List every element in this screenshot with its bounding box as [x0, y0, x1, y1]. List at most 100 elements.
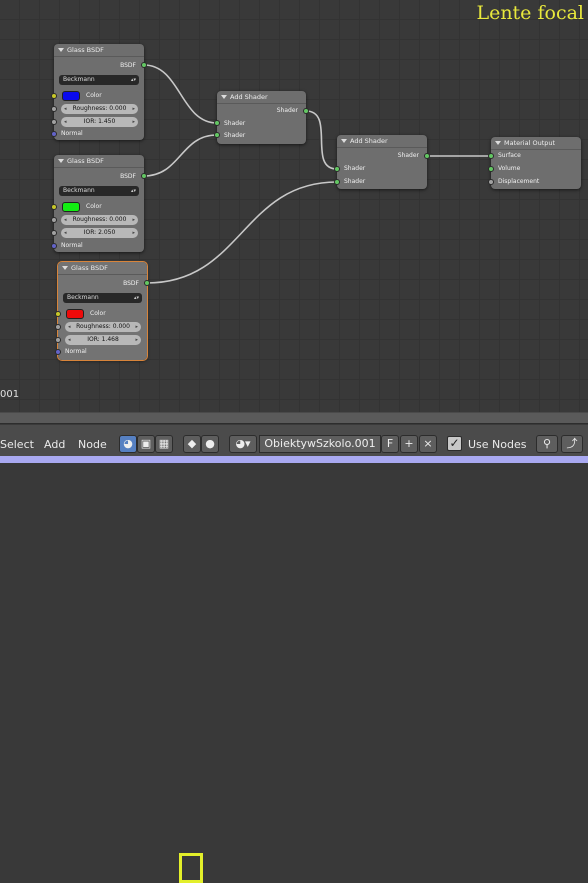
socket-add2-in-b[interactable] — [334, 179, 340, 185]
dropdown-value: Beckmann — [67, 294, 99, 301]
socket-color-in-2[interactable] — [51, 204, 57, 210]
node-title: Glass BSDF — [71, 264, 108, 272]
collapse-icon[interactable] — [58, 48, 64, 52]
socket-volume-in[interactable] — [488, 166, 494, 172]
glass-bsdf-node-3[interactable]: Glass BSDF BSDF Beckmann ▴▾ Color ◂ Roughn… — [57, 261, 148, 361]
add-material-button[interactable]: + — [400, 435, 418, 453]
output-label: BSDF — [120, 173, 136, 180]
link-bsdf3-add2[interactable] — [146, 181, 338, 284]
collapse-icon[interactable] — [221, 95, 227, 99]
socket-roughness-in-1[interactable] — [51, 106, 57, 112]
color-swatch[interactable] — [62, 91, 80, 101]
link-add1-add2[interactable] — [305, 110, 338, 170]
use-nodes-checkbox[interactable]: ✓ — [447, 436, 462, 451]
socket-add2-in-a[interactable] — [334, 166, 340, 172]
socket-bsdf-out-1[interactable] — [141, 62, 147, 68]
roughness-field[interactable]: ◂ Roughness: 0.000 ▸ — [61, 104, 138, 114]
collapse-icon[interactable] — [495, 141, 501, 145]
material-browse-icon[interactable]: ◕▾ — [229, 435, 257, 453]
texture-nodes-icon[interactable]: ▦ — [155, 435, 173, 453]
socket-ior-in-2[interactable] — [51, 230, 57, 236]
glass-bsdf-node-2[interactable]: Glass BSDF BSDF Beckmann ▴▾ Color ◂ Roughn… — [54, 155, 144, 252]
socket-color-in-1[interactable] — [51, 93, 57, 99]
collapse-icon[interactable] — [341, 139, 347, 143]
socket-normal-in-2[interactable] — [51, 243, 57, 249]
output-label: Shader — [397, 152, 419, 159]
socket-roughness-in-3[interactable] — [55, 324, 61, 330]
ior-field[interactable]: ◂ IOR: 2.050 ▸ — [61, 228, 138, 238]
socket-displacement-in[interactable] — [488, 179, 494, 185]
socket-surface-in[interactable] — [488, 153, 494, 159]
socket-ior-in-1[interactable] — [51, 119, 57, 125]
roughness-field[interactable]: ◂ Roughness: 0.000 ▸ — [61, 215, 138, 225]
add-shader-node-2[interactable]: Add Shader Shader Shader Shader — [337, 135, 427, 189]
socket-roughness-in-2[interactable] — [51, 217, 57, 223]
add-shader-node-1[interactable]: Add Shader Shader Shader Shader — [217, 91, 306, 144]
decrement-icon[interactable]: ◂ — [64, 104, 67, 114]
dropdown-arrows-icon: ▴▾ — [130, 188, 136, 194]
collapse-icon[interactable] — [58, 159, 64, 163]
roughness-field[interactable]: ◂ Roughness: 0.000 ▸ — [65, 322, 141, 332]
link-bsdf1-add1[interactable] — [143, 64, 218, 124]
decrement-icon[interactable]: ◂ — [64, 228, 67, 238]
area-separator[interactable] — [0, 412, 588, 424]
parent-node-tree-icon[interactable]: ⤴ — [561, 435, 583, 453]
socket-normal-in-1[interactable] — [51, 131, 57, 137]
input-label: Shader — [344, 165, 366, 172]
increment-icon[interactable]: ▸ — [132, 215, 135, 225]
node-title: Glass BSDF — [67, 46, 104, 54]
glass-bsdf-node-1[interactable]: Glass BSDF BSDF Beckmann ▴▾ Color ◂ Roughn… — [54, 44, 144, 140]
material-name-field[interactable]: ObiektywSzkolo.001 — [259, 435, 381, 453]
ior-field[interactable]: ◂ IOR: 1.468 ▸ — [65, 335, 141, 345]
world-shader-icon[interactable]: ● — [201, 435, 219, 453]
normal-label: Normal — [65, 348, 87, 355]
socket-bsdf-out-3[interactable] — [144, 280, 150, 286]
object-shader-icon[interactable]: ◆ — [183, 435, 201, 453]
color-swatch[interactable] — [66, 309, 84, 319]
frame-number: 001 — [0, 389, 20, 400]
menu-add[interactable]: Add — [44, 438, 65, 451]
node-editor-canvas[interactable]: Lente focal 001 Glass BSDF BSDF Beckmann… — [0, 0, 588, 412]
dropdown-arrows-icon: ▴▾ — [130, 77, 136, 83]
compositing-nodes-icon[interactable]: ▣ — [137, 435, 155, 453]
menu-node[interactable]: Node — [78, 438, 107, 451]
color-swatch[interactable] — [62, 202, 80, 212]
output-label: Shader — [276, 107, 298, 114]
socket-bsdf-out-2[interactable] — [141, 173, 147, 179]
distribution-dropdown[interactable]: Beckmann ▴▾ — [59, 75, 139, 85]
increment-icon[interactable]: ▸ — [132, 117, 135, 127]
socket-add1-out[interactable] — [303, 108, 309, 114]
decrement-icon[interactable]: ◂ — [64, 117, 67, 127]
socket-ior-in-3[interactable] — [55, 337, 61, 343]
normal-label: Normal — [61, 242, 83, 249]
increment-icon[interactable]: ▸ — [132, 228, 135, 238]
distribution-dropdown[interactable]: Beckmann ▴▾ — [63, 293, 142, 303]
remove-material-button[interactable]: × — [419, 435, 437, 453]
socket-color-in-3[interactable] — [55, 311, 61, 317]
node-title: Glass BSDF — [67, 157, 104, 165]
decrement-icon[interactable]: ◂ — [68, 322, 71, 332]
decrement-icon[interactable]: ◂ — [64, 215, 67, 225]
socket-add1-in-b[interactable] — [214, 132, 220, 138]
ior-field[interactable]: ◂ IOR: 1.450 ▸ — [61, 117, 138, 127]
menu-select[interactable]: Select — [0, 438, 34, 451]
socket-add1-in-a[interactable] — [214, 120, 220, 126]
pin-icon[interactable]: ⚲ — [536, 435, 558, 453]
material-output-node[interactable]: Material Output Surface Volume Displacem… — [491, 137, 581, 189]
fake-user-button[interactable]: F — [381, 435, 399, 453]
node-title: Material Output — [504, 139, 556, 147]
shader-nodes-icon[interactable]: ◕ — [119, 435, 137, 453]
bottom-strip — [0, 456, 588, 463]
link-bsdf2-add1[interactable] — [143, 134, 218, 177]
use-nodes-label: Use Nodes — [468, 438, 527, 451]
increment-icon[interactable]: ▸ — [135, 335, 138, 345]
distribution-dropdown[interactable]: Beckmann ▴▾ — [59, 186, 139, 196]
color-label: Color — [86, 203, 102, 210]
increment-icon[interactable]: ▸ — [135, 322, 138, 332]
socket-normal-in-3[interactable] — [55, 349, 61, 355]
overlay-title: Lente focal — [476, 2, 584, 24]
increment-icon[interactable]: ▸ — [132, 104, 135, 114]
collapse-icon[interactable] — [62, 266, 68, 270]
socket-add2-out[interactable] — [424, 153, 430, 159]
decrement-icon[interactable]: ◂ — [68, 335, 71, 345]
